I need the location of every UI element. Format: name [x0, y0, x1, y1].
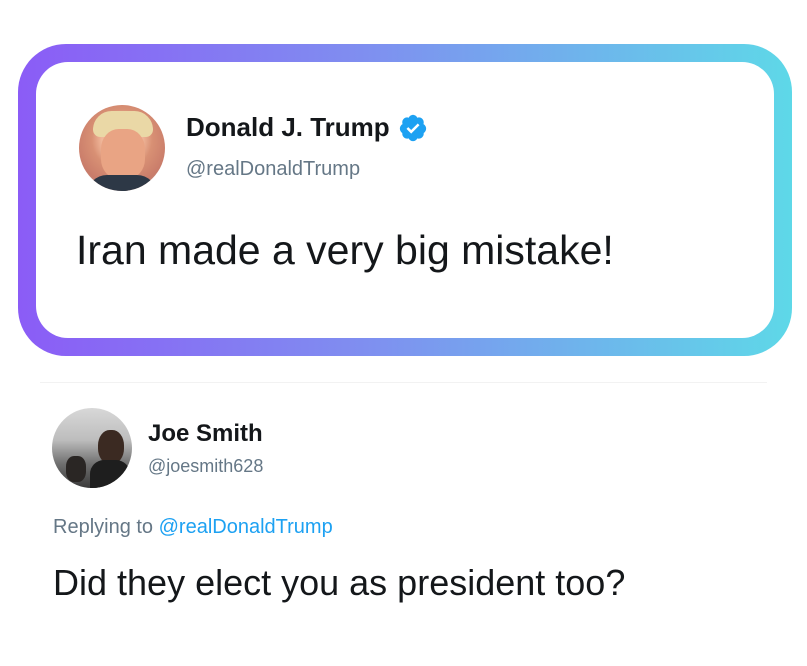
- divider: [40, 382, 767, 383]
- avatar-person-body: [90, 460, 130, 488]
- avatar-joe-smith[interactable]: [52, 408, 132, 488]
- reply-display-name[interactable]: Joe Smith: [148, 420, 263, 448]
- verified-badge-icon: [399, 114, 426, 141]
- original-name-row: Donald J. Trump: [186, 112, 428, 143]
- replying-to-mention-link[interactable]: @realDonaldTrump: [159, 516, 333, 538]
- avatar-suit: [87, 175, 157, 191]
- replying-to-line: Replying to @realDonaldTrump: [53, 516, 333, 539]
- reply-tweet-text: Did they elect you as president too?: [53, 562, 626, 603]
- avatar-face: [101, 129, 145, 179]
- original-tweet-card[interactable]: Donald J. Trump @realDonaldTrump Iran ma…: [36, 62, 774, 338]
- original-handle[interactable]: @realDonaldTrump: [186, 158, 360, 181]
- original-tweet-text: Iran made a very big mistake!: [76, 227, 614, 273]
- avatar-trump[interactable]: [79, 105, 165, 191]
- reply-handle[interactable]: @joesmith628: [148, 456, 263, 477]
- original-display-name[interactable]: Donald J. Trump: [186, 112, 390, 143]
- avatar-dog: [66, 456, 86, 482]
- reply-tweet-card[interactable]: Joe Smith @joesmith628 Replying to @real…: [0, 372, 807, 666]
- avatar-person-head: [98, 430, 124, 464]
- replying-to-prefix: Replying to: [53, 516, 159, 538]
- highlight-frame: Donald J. Trump @realDonaldTrump Iran ma…: [18, 44, 792, 356]
